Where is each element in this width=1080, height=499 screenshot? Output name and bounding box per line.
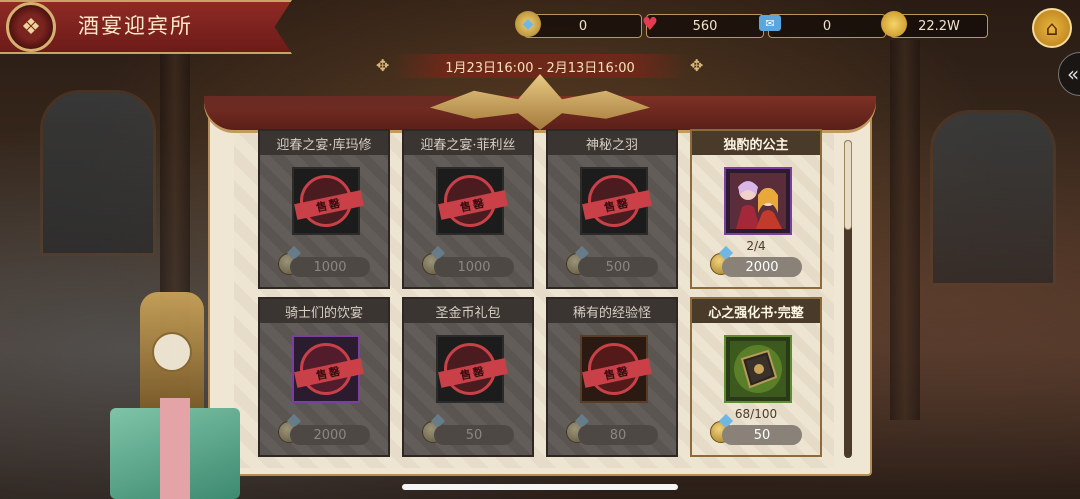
item-image [724, 167, 792, 235]
item-title: 独酌的公主 [692, 131, 820, 155]
sold-out-stamp-text: 售罄 [582, 358, 652, 388]
sold-out-stamp-text: 售罄 [294, 358, 364, 388]
home-icon: ⌂ [1045, 16, 1059, 40]
ribbon-ornament-left-icon: ✥ [376, 56, 390, 75]
item-price: 50 [722, 425, 802, 445]
item-price: 2000 [722, 257, 802, 277]
decorative-clock [140, 292, 204, 412]
currency-gem-coin[interactable]: ◆ 0 [515, 11, 642, 38]
enhancement-book-icon [730, 341, 786, 397]
system-home-indicator[interactable] [402, 484, 678, 490]
shop-item-card[interactable]: 迎春之宴·菲利丝 售罄 1000 [402, 129, 534, 289]
clock-face-icon [152, 332, 192, 372]
item-image: 售罄 [292, 167, 364, 235]
item-image: 售罄 [580, 335, 652, 403]
currency-gem-coin-value: 0 [578, 18, 588, 34]
sold-out-stamp-icon: 售罄 [438, 175, 508, 227]
currency-heart-ticket-value: 560 [692, 18, 718, 34]
shop-item-card[interactable]: 圣金币礼包 售罄 50 [402, 297, 534, 457]
background-window-right [930, 110, 1056, 286]
background-window-left [40, 90, 156, 256]
sold-out-stamp-icon: 售罄 [582, 343, 652, 395]
currency-letter-ticket[interactable]: ✉ 0 [759, 14, 886, 38]
page-title: 酒宴迎宾所 [78, 14, 193, 38]
currency-heart-ticket[interactable]: ♥ 560 [642, 14, 764, 38]
item-price: 80 [578, 425, 658, 445]
gold-gem-coin-icon: ◆ [515, 11, 541, 37]
item-price: 50 [434, 425, 514, 445]
item-title: 迎春之宴·库玛修 [260, 131, 388, 155]
item-image: 售罄 [436, 167, 508, 235]
item-stock-progress: 2/4 [746, 239, 766, 253]
currency-gold-coin[interactable]: 22.2W [881, 11, 988, 38]
item-price: 500 [578, 257, 658, 277]
decorative-gift-ribbon [160, 398, 190, 499]
item-image: 售罄 [436, 335, 508, 403]
sold-out-stamp-text: 售罄 [294, 190, 364, 220]
sold-out-stamp-text: 售罄 [438, 358, 508, 388]
sold-out-stamp-icon: 售罄 [294, 175, 364, 227]
item-title: 圣金币礼包 [404, 299, 532, 323]
shop-item-card[interactable]: 心之强化书·完整 68/100 50 [690, 297, 822, 457]
background-pillar-right [890, 40, 920, 420]
item-title: 心之强化书·完整 [692, 299, 820, 323]
currency-gold-coin-value: 22.2W [918, 18, 960, 34]
sold-out-stamp-icon: 售罄 [582, 175, 652, 227]
sold-out-stamp-text: 售罄 [582, 190, 652, 220]
item-title: 骑士们的饮宴 [260, 299, 388, 323]
item-price: 1000 [434, 257, 514, 277]
side-panel-toggle-button[interactable]: « [1058, 52, 1080, 96]
item-stock-progress: 68/100 [734, 407, 778, 421]
home-button[interactable]: ⌂ [1032, 8, 1072, 48]
item-title: 稀有的经验怪 [548, 299, 676, 323]
ornament-icon: ❖ [21, 14, 41, 40]
back-emblem-button[interactable]: ❖ [6, 2, 56, 52]
shop-item-card[interactable]: 骑士们的饮宴 售罄 2000 [258, 297, 390, 457]
red-heart-ticket-icon: ♥ [641, 13, 659, 35]
currency-letter-ticket-value: 0 [822, 18, 832, 34]
ribbon-ornament-right-icon: ✥ [690, 56, 704, 75]
princess-portrait-icon [730, 173, 786, 229]
item-price: 1000 [290, 257, 370, 277]
item-image [724, 335, 792, 403]
double-chevron-left-icon: « [1067, 62, 1080, 86]
shop-item-card[interactable]: 稀有的经验怪 售罄 80 [546, 297, 678, 457]
event-date-range: 1月23日16:00 - 2月13日16:00 [445, 60, 635, 76]
gold-coin-icon [881, 11, 907, 37]
shop-item-card[interactable]: 迎春之宴·库玛修 售罄 1000 [258, 129, 390, 289]
item-title: 迎春之宴·菲利丝 [404, 131, 532, 155]
blue-letter-ticket-icon: ✉ [759, 15, 781, 31]
item-title: 神秘之羽 [548, 131, 676, 155]
sold-out-stamp-text: 售罄 [438, 190, 508, 220]
item-image: 售罄 [292, 335, 364, 403]
shop-item-card[interactable]: 神秘之羽 售罄 500 [546, 129, 678, 289]
item-price: 2000 [290, 425, 370, 445]
shop-item-card[interactable]: 独酌的公主 2/4 2000 [690, 129, 822, 289]
shop-scrollbar-thumb[interactable] [844, 140, 852, 230]
sold-out-stamp-icon: 售罄 [438, 343, 508, 395]
sold-out-stamp-icon: 售罄 [294, 343, 364, 395]
item-image: 售罄 [580, 167, 652, 235]
